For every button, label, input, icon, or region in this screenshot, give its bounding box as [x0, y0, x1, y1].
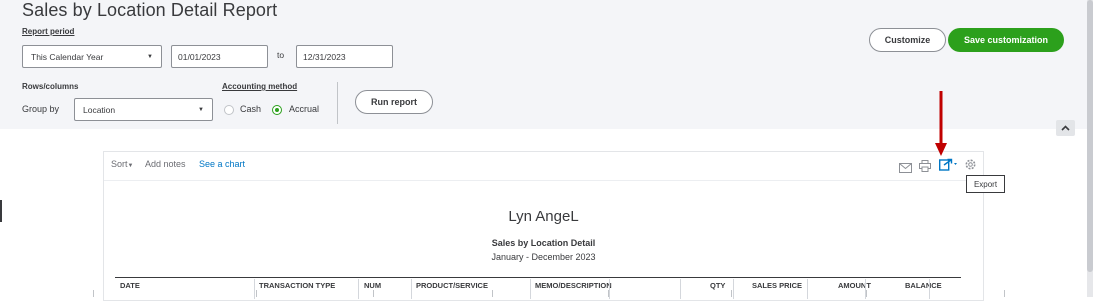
group-by-label: Group by [22, 104, 60, 114]
customize-button[interactable]: Customize [869, 28, 946, 52]
report-period-value: This Calendar Year [31, 51, 104, 62]
column-tick [731, 290, 732, 297]
export-icon[interactable] [938, 158, 961, 176]
column-tick [93, 290, 94, 297]
rows-columns-label: Rows/columns [22, 82, 79, 91]
column-header-balance[interactable]: BALANCE [905, 281, 942, 290]
column-tick [256, 290, 257, 297]
window-edge [0, 200, 2, 222]
column-header-product-service[interactable]: PRODUCT/SERVICE [416, 281, 488, 290]
chevron-up-icon [1061, 125, 1070, 131]
see-chart-link[interactable]: See a chart [199, 159, 245, 169]
column-divider [733, 279, 734, 299]
vertical-scrollbar[interactable] [1087, 0, 1093, 297]
column-header-transaction-type[interactable]: TRANSACTION TYPE [259, 281, 335, 290]
report-card: Sort▼ Add notes See a chart Lyn AngeL Sa… [103, 151, 984, 301]
cash-radio[interactable] [224, 105, 234, 115]
accounting-method-label: Accounting method [222, 82, 298, 91]
column-header-sales-price[interactable]: SALES PRICE [752, 281, 802, 290]
to-label: to [277, 50, 285, 60]
report-toolbar: Sort▼ Add notes See a chart [104, 152, 983, 181]
divider [337, 82, 338, 124]
settings-icon[interactable] [964, 158, 977, 176]
run-report-button[interactable]: Run report [355, 90, 433, 114]
caret-down-icon: ▼ [127, 163, 134, 169]
header-rule [115, 277, 961, 278]
add-notes-link[interactable]: Add notes [145, 159, 186, 169]
column-tick [1004, 290, 1005, 297]
chevron-down-icon: ▼ [198, 106, 204, 113]
column-divider [609, 279, 610, 299]
column-header-date[interactable]: DATE [120, 281, 140, 290]
company-name: Lyn AngeL [508, 208, 579, 225]
column-header-memo-description[interactable]: MEMO/DESCRIPTION [535, 281, 612, 290]
column-divider [530, 279, 531, 299]
column-header-num[interactable]: NUM [364, 281, 381, 290]
column-divider [358, 279, 359, 299]
chevron-down-icon: ▼ [147, 53, 153, 60]
column-tick [866, 290, 867, 297]
group-by-select[interactable]: Location ▼ [74, 98, 213, 121]
save-customization-button[interactable]: Save customization [948, 28, 1064, 52]
print-icon[interactable] [919, 159, 931, 177]
sort-dropdown[interactable]: Sort▼ [111, 159, 133, 169]
column-divider [929, 279, 930, 299]
start-date-input[interactable]: 01/01/2023 [171, 45, 268, 68]
end-date-input[interactable]: 12/31/2023 [296, 45, 393, 68]
report-period-label: Report period [22, 27, 75, 36]
report-date-range: January - December 2023 [491, 252, 596, 262]
column-tick [373, 290, 374, 297]
scrollbar-thumb[interactable] [1087, 0, 1093, 272]
column-divider [411, 279, 412, 299]
collapse-panel-button[interactable] [1056, 120, 1075, 136]
column-tick [492, 290, 493, 297]
export-tooltip: Export [966, 175, 1005, 193]
sort-label: Sort [111, 159, 128, 169]
column-tick [608, 290, 609, 297]
accrual-radio[interactable] [272, 105, 282, 115]
cash-radio-label[interactable]: Cash [240, 104, 261, 114]
annotation-arrow [935, 91, 947, 156]
column-divider [680, 279, 681, 299]
column-header-qty[interactable]: QTY [710, 281, 725, 290]
page-title: Sales by Location Detail Report [22, 0, 278, 20]
report-period-select[interactable]: This Calendar Year ▼ [22, 45, 162, 68]
accrual-radio-label[interactable]: Accrual [289, 104, 319, 114]
column-divider [807, 279, 808, 299]
report-name: Sales by Location Detail [491, 238, 596, 248]
group-by-value: Location [83, 104, 116, 115]
email-icon[interactable] [899, 160, 912, 178]
column-divider [254, 279, 255, 299]
